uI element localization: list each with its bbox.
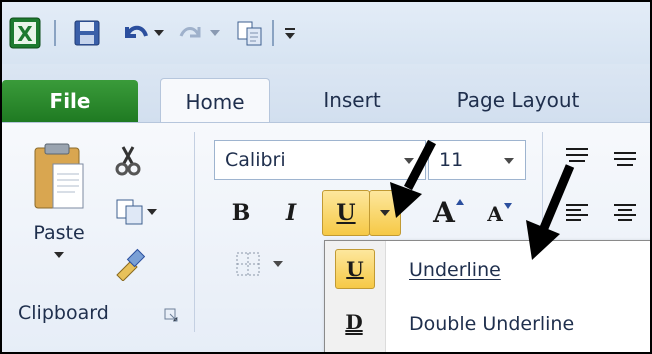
borders-dropdown-icon[interactable] bbox=[272, 259, 284, 269]
svg-text:X: X bbox=[17, 22, 33, 46]
underline-dropdown-menu: U Underline D Double Underline bbox=[324, 240, 650, 352]
paste-icon bbox=[34, 143, 84, 209]
double-underline-menu-label: Double Underline bbox=[409, 313, 575, 335]
bold-label: B bbox=[231, 200, 251, 226]
font-name-combobox[interactable]: Calibri bbox=[214, 140, 426, 180]
undo-icon[interactable] bbox=[120, 18, 152, 48]
font-name-dropdown-icon[interactable] bbox=[403, 156, 415, 166]
chevron-down-icon bbox=[380, 210, 390, 216]
group-divider bbox=[542, 132, 543, 242]
format-painter-icon[interactable] bbox=[108, 244, 148, 284]
shrink-font-button[interactable]: A bbox=[480, 196, 520, 232]
double-underline-menu-icon: D bbox=[335, 303, 373, 341]
align-top-icon[interactable] bbox=[558, 140, 596, 174]
underline-dropdown-button[interactable] bbox=[369, 190, 401, 236]
save-icon[interactable] bbox=[72, 18, 102, 48]
underline-menu-label: Underline bbox=[409, 259, 501, 281]
paste-dropdown-icon[interactable] bbox=[53, 250, 65, 260]
font-size-combobox[interactable]: 11 bbox=[428, 140, 526, 180]
tab-page-layout[interactable]: Page Layout bbox=[438, 78, 598, 122]
clipboard-dialog-launcher-icon[interactable] bbox=[162, 306, 180, 324]
shrink-arrow-icon bbox=[503, 203, 512, 209]
paste-button[interactable]: Paste bbox=[24, 132, 94, 278]
copy-icon[interactable] bbox=[234, 18, 266, 48]
underline-button[interactable]: U bbox=[322, 190, 370, 236]
borders-icon bbox=[236, 252, 260, 276]
bold-button[interactable]: B bbox=[224, 196, 258, 230]
redo-icon[interactable] bbox=[176, 18, 206, 48]
tab-home[interactable]: Home bbox=[160, 78, 270, 124]
underline-label: U bbox=[336, 200, 356, 226]
copy-icon bbox=[116, 199, 143, 225]
borders-button[interactable] bbox=[224, 246, 294, 282]
tab-insert[interactable]: Insert bbox=[302, 78, 402, 122]
align-left-icon[interactable] bbox=[558, 196, 596, 230]
underline-glyph: U bbox=[346, 257, 364, 281]
font-name-value: Calibri bbox=[225, 149, 286, 171]
grow-font-button[interactable]: A bbox=[426, 192, 472, 232]
tab-file[interactable]: File bbox=[2, 80, 138, 122]
align-middle-icon[interactable] bbox=[606, 140, 644, 174]
group-divider bbox=[194, 132, 195, 332]
font-size-value: 11 bbox=[439, 149, 464, 171]
grow-font-label: A bbox=[433, 195, 455, 229]
qat-separator bbox=[272, 20, 274, 46]
copy-button[interactable] bbox=[106, 192, 166, 232]
menu-item-double-underline[interactable]: D Double Underline bbox=[325, 299, 650, 349]
menu-item-underline[interactable]: U Underline bbox=[325, 245, 650, 295]
quick-access-toolbar: X bbox=[2, 2, 650, 64]
copy-dropdown-icon[interactable] bbox=[146, 207, 158, 217]
align-center-icon[interactable] bbox=[606, 196, 644, 230]
paste-label: Paste bbox=[33, 222, 85, 244]
shrink-font-label: A bbox=[487, 202, 503, 226]
cut-icon[interactable] bbox=[108, 140, 148, 180]
italic-button[interactable]: I bbox=[274, 196, 308, 230]
clipboard-group-label: Clipboard bbox=[18, 302, 109, 324]
customize-qat-icon[interactable] bbox=[282, 24, 298, 42]
font-size-dropdown-icon[interactable] bbox=[503, 156, 515, 166]
excel-window: X File Home Insert Page Layout Paste Cli… bbox=[0, 0, 652, 354]
redo-dropdown-icon[interactable] bbox=[208, 26, 222, 40]
double-underline-glyph: D bbox=[345, 310, 363, 334]
underline-menu-icon: U bbox=[335, 249, 375, 289]
qat-separator bbox=[54, 20, 56, 46]
undo-dropdown-icon[interactable] bbox=[152, 26, 166, 40]
italic-label: I bbox=[285, 200, 297, 226]
excel-icon[interactable]: X bbox=[8, 16, 42, 50]
grow-arrow-icon bbox=[455, 199, 464, 205]
